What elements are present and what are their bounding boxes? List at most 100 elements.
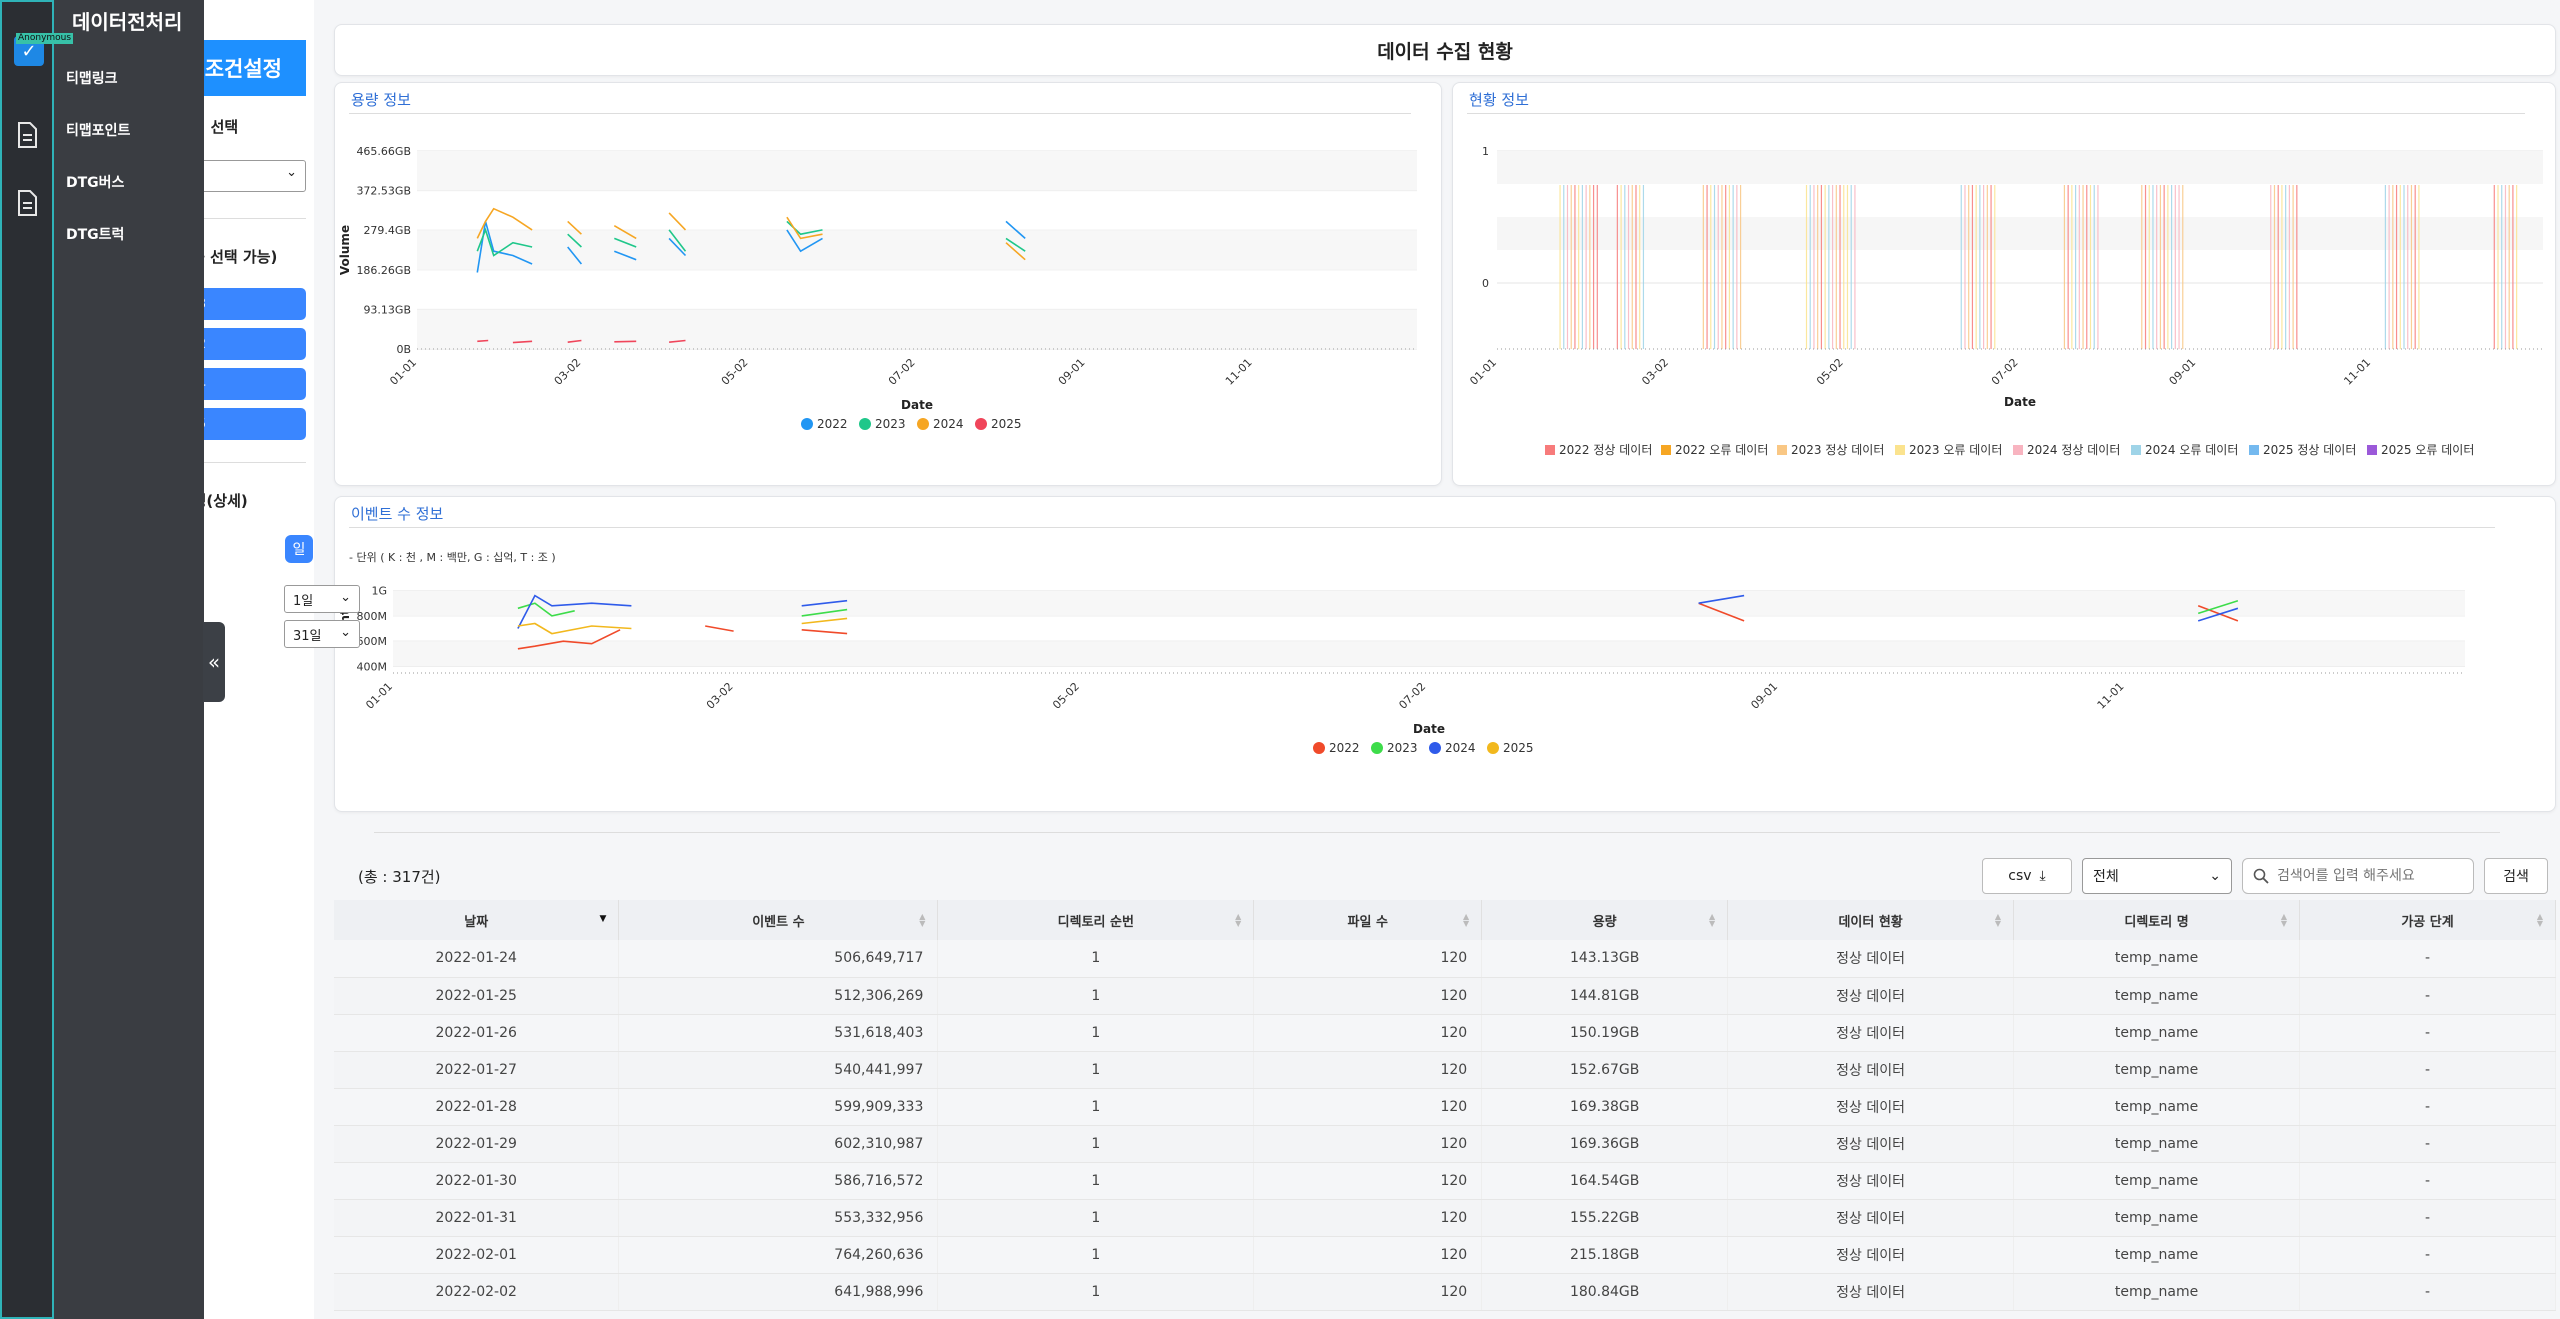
cell-volume: 143.13GB xyxy=(1481,940,1729,978)
series-line-2022 xyxy=(705,625,734,632)
x-tick-label: 07-02 xyxy=(886,356,918,388)
document-icon[interactable] xyxy=(16,122,38,148)
sort-desc-icon[interactable]: ▼ xyxy=(600,915,607,924)
cell-status: 정상 데이터 xyxy=(1727,1088,2015,1126)
col-label: 파일 수 xyxy=(1347,914,1388,930)
x-tick-label: 05-02 xyxy=(719,356,751,388)
sort-icon[interactable]: ▲ ▼ xyxy=(1995,913,2001,928)
col-header-volume[interactable]: 용량 ▲ ▼ xyxy=(1481,900,1729,940)
col-header-file-count[interactable]: 파일 수 ▲ ▼ xyxy=(1253,900,1483,940)
legend-label: 2025 xyxy=(1503,741,1534,755)
sort-icon[interactable]: ▲ ▼ xyxy=(2537,913,2543,928)
table-row[interactable]: 2022-01-24 506,649,717 1 120 143.13GB 정상 데이터 t… xyxy=(334,940,2556,978)
cell-file-count: 120 xyxy=(1253,1162,1483,1200)
series-line-2025 xyxy=(801,617,848,625)
drawer-item-tmap-link[interactable]: 티맵링크 xyxy=(66,68,118,88)
cell-events: 506,649,717 xyxy=(618,940,939,978)
col-header-events[interactable]: 이벤트 수 ▲ ▼ xyxy=(618,900,939,940)
day-end-select[interactable]: 31일 ⌄ xyxy=(284,620,360,648)
table-row[interactable]: 2022-01-27 540,441,997 1 120 152.67GB 정상 데이터 t… xyxy=(334,1051,2556,1089)
chevron-down-icon: ⌄ xyxy=(340,590,351,605)
table-row[interactable]: 2022-01-30 586,716,572 1 120 164.54GB 정상 데이터 t… xyxy=(334,1162,2556,1200)
drawer-item-tmap-point[interactable]: 티맵포인트 xyxy=(66,120,130,140)
cell-status: 정상 데이터 xyxy=(1727,1051,2015,1089)
col-header-dir-seq[interactable]: 디렉토리 순번 ▲ ▼ xyxy=(937,900,1255,940)
x-tick-label: 01-01 xyxy=(1467,356,1499,388)
col-header-dir-name[interactable]: 디렉토리 명 ▲ ▼ xyxy=(2013,900,2300,940)
legend-swatch xyxy=(1895,445,1905,455)
table-row[interactable]: 2022-02-02 641,988,996 1 120 180.84GB 정상 데이터 t… xyxy=(334,1273,2556,1311)
x-axis-title: Date xyxy=(2004,395,2036,409)
table-row[interactable]: 2022-01-28 599,909,333 1 120 169.38GB 정상 데이터 t… xyxy=(334,1088,2556,1126)
x-tick-label: 11-01 xyxy=(2095,680,2127,712)
legend-label: 2025 xyxy=(991,417,1022,431)
cell-date: 2022-02-01 xyxy=(334,1236,620,1274)
x-tick-label: 01-01 xyxy=(387,356,419,388)
cell-events: 641,988,996 xyxy=(618,1273,939,1311)
table-row[interactable]: 2022-02-01 764,260,636 1 120 215.18GB 정상 데이터 t… xyxy=(334,1236,2556,1274)
sort-icon[interactable]: ▲ ▼ xyxy=(919,913,925,928)
series-line-2025 xyxy=(614,340,637,343)
x-tick-label: 09-01 xyxy=(2167,356,2199,388)
legend-swatch xyxy=(2131,445,2141,455)
cell-events: 512,306,269 xyxy=(618,977,939,1015)
y-tick-label: 0B xyxy=(396,343,411,356)
cell-file-count: 120 xyxy=(1253,977,1483,1015)
col-label: 용량 xyxy=(1592,914,1617,930)
cell-dir-name: temp_name xyxy=(2013,977,2300,1015)
search-input[interactable] xyxy=(2277,868,2457,884)
cell-volume: 215.18GB xyxy=(1481,1236,1729,1274)
legend-label: 2023 xyxy=(1387,741,1418,755)
sort-icon[interactable]: ▲ ▼ xyxy=(1235,913,1241,928)
sort-icon[interactable]: ▲ ▼ xyxy=(2281,913,2287,928)
table-row[interactable]: 2022-01-31 553,332,956 1 120 155.22GB 정상 데이터 t… xyxy=(334,1199,2556,1237)
divider xyxy=(374,832,2500,833)
cell-volume: 144.81GB xyxy=(1481,977,1729,1015)
col-header-date[interactable]: 날짜 ▼ xyxy=(334,900,620,940)
col-header-status[interactable]: 데이터 현황 ▲ ▼ xyxy=(1727,900,2015,940)
document-icon[interactable] xyxy=(16,190,38,216)
y-tick-label: 1G xyxy=(371,585,387,598)
col-label: 디렉토리 순번 xyxy=(1057,914,1134,930)
legend-swatch xyxy=(859,418,871,430)
cell-date: 2022-02-02 xyxy=(334,1273,620,1311)
y-tick-label: 279.4GB xyxy=(363,224,411,237)
col-header-stage[interactable]: 가공 단계 ▲ ▼ xyxy=(2299,900,2556,940)
table-row[interactable]: 2022-01-26 531,618,403 1 120 150.19GB 정상 데이터 t… xyxy=(334,1014,2556,1052)
x-tick-label: 09-01 xyxy=(1748,680,1780,712)
y-axis-title: Volume xyxy=(338,225,352,275)
unit-day-button[interactable]: 일 xyxy=(285,535,313,563)
sort-icon[interactable]: ▲ ▼ xyxy=(1709,913,1715,928)
cell-status: 정상 데이터 xyxy=(1727,1125,2015,1163)
legend-label: 2024 xyxy=(933,417,964,431)
logo-tag: Anonymous xyxy=(16,33,74,44)
col-label: 이벤트 수 xyxy=(752,914,805,930)
cell-stage: - xyxy=(2299,1236,2556,1274)
cell-date: 2022-01-26 xyxy=(334,1014,620,1052)
status-filter-select[interactable]: 전체 ⌄ xyxy=(2082,858,2232,894)
y-tick-label: 1 xyxy=(1482,145,1489,158)
cell-dir-seq: 1 xyxy=(937,977,1255,1015)
x-tick-label: 07-02 xyxy=(1396,680,1428,712)
search-button[interactable]: 검색 xyxy=(2484,858,2548,894)
csv-download-button[interactable]: csv ⤓ xyxy=(1982,858,2072,894)
x-tick-label: 11-01 xyxy=(2341,356,2373,388)
cell-status: 정상 데이터 xyxy=(1727,1273,2015,1311)
drawer-item-dtg-truck[interactable]: DTG트럭 xyxy=(66,224,124,244)
collapse-panel-button[interactable]: « xyxy=(203,622,225,702)
legend-swatch xyxy=(801,418,813,430)
sort-icon[interactable]: ▲ ▼ xyxy=(1463,913,1469,928)
drawer-title: 데이터전처리 xyxy=(72,10,183,34)
table-row[interactable]: 2022-01-25 512,306,269 1 120 144.81GB 정상 데이터 t… xyxy=(334,977,2556,1015)
cell-volume: 169.38GB xyxy=(1481,1088,1729,1126)
legend-label: 2023 정상 데이터 xyxy=(1791,443,1884,457)
cell-dir-name: temp_name xyxy=(2013,1236,2300,1274)
csv-label: csv xyxy=(2008,868,2032,884)
drawer-item-dtg-bus[interactable]: DTG버스 xyxy=(66,172,124,192)
legend-label: 2024 xyxy=(1445,741,1476,755)
cell-date: 2022-01-29 xyxy=(334,1125,620,1163)
legend-swatch xyxy=(2249,445,2259,455)
day-start-select[interactable]: 1일 ⌄ xyxy=(284,585,360,613)
table-row[interactable]: 2022-01-29 602,310,987 1 120 169.36GB 정상 데이터 t… xyxy=(334,1125,2556,1163)
x-tick-label: 09-01 xyxy=(1056,356,1088,388)
